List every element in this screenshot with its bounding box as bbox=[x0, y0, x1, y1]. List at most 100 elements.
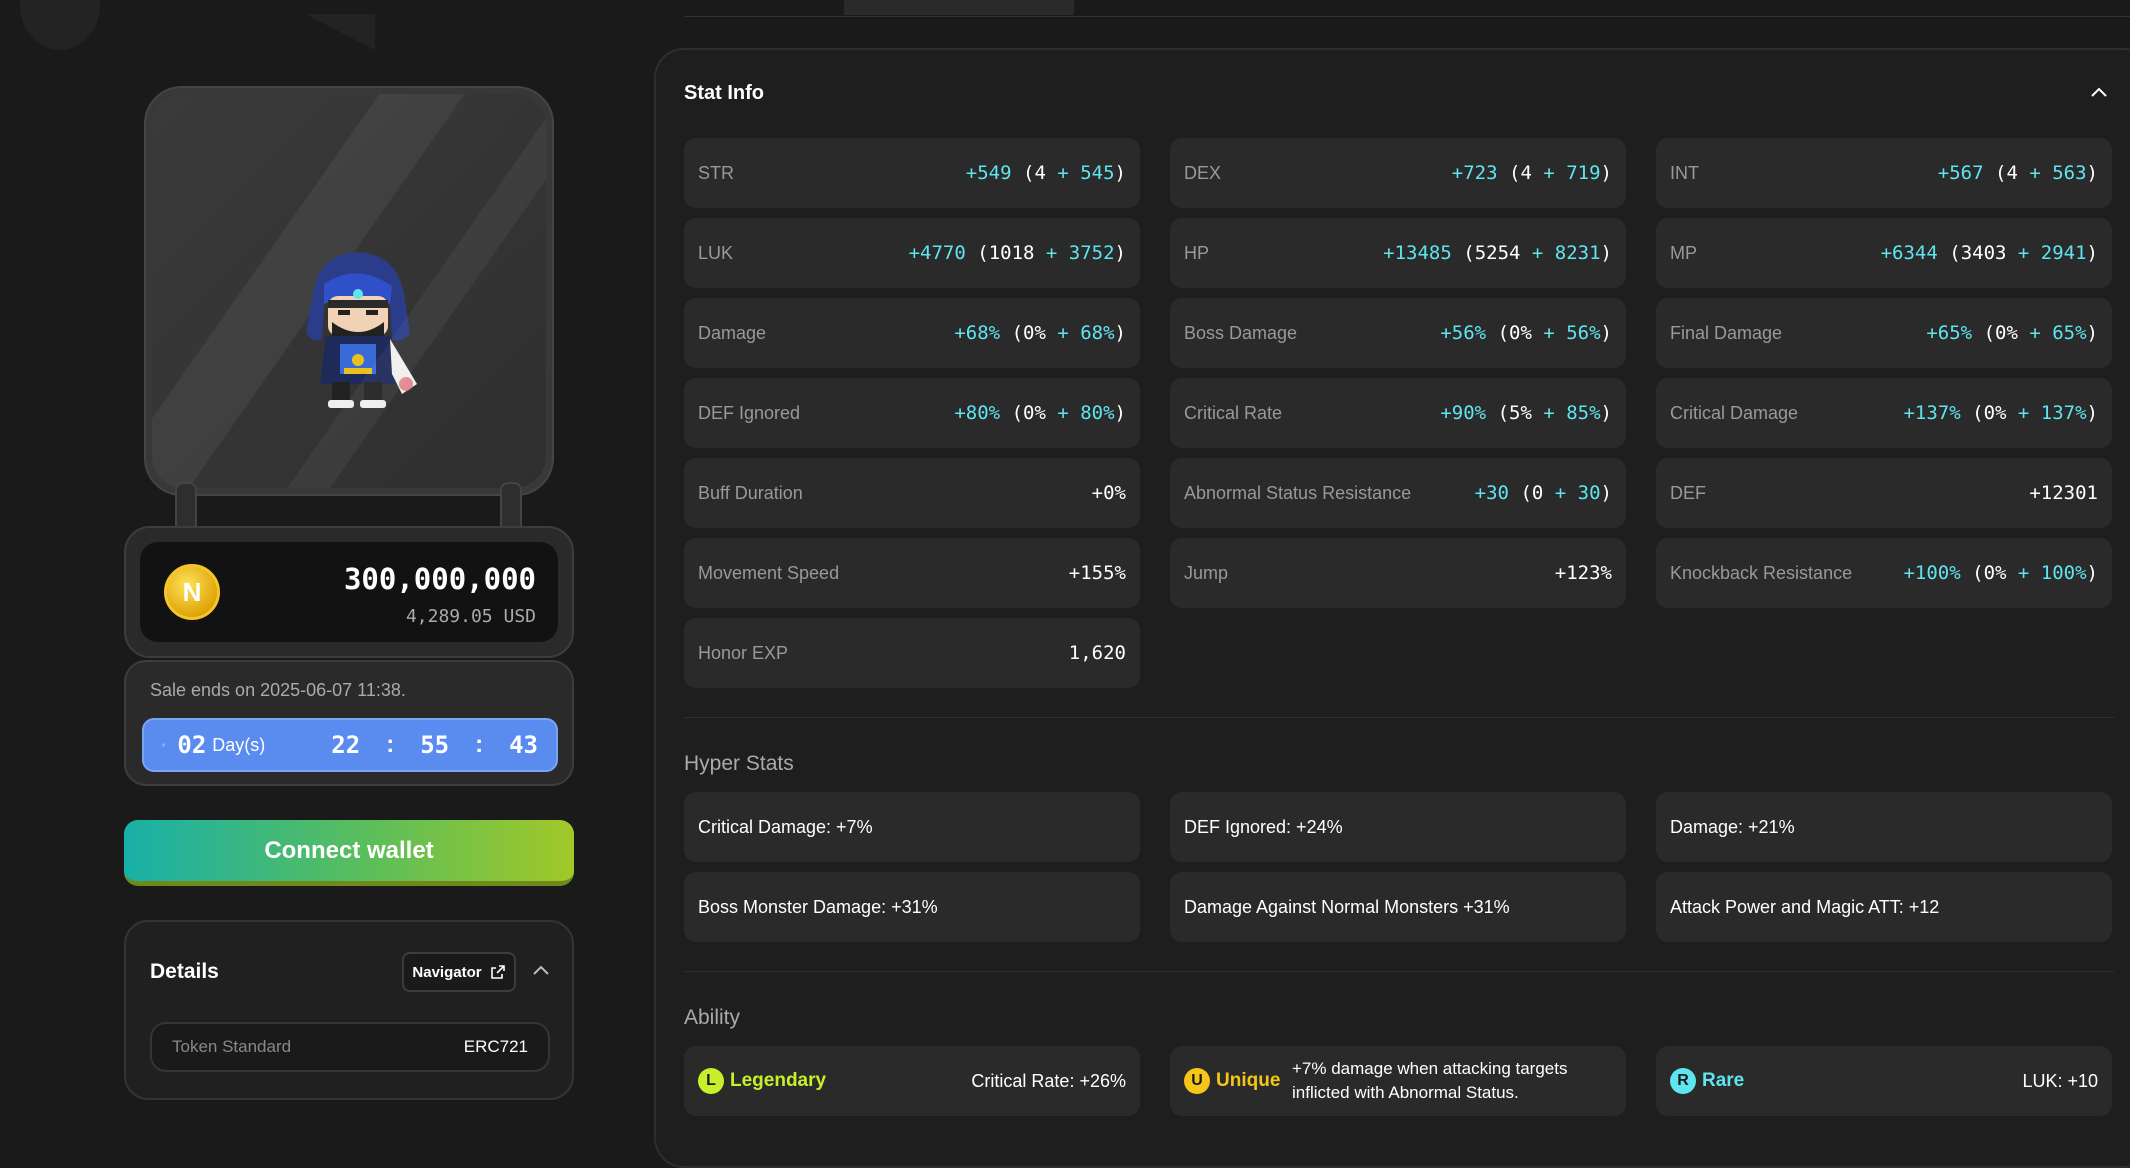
ability-text: LUK: +10 bbox=[2022, 1070, 2098, 1091]
stat-cell: DEF +12301 bbox=[1656, 458, 2112, 528]
hyper-stat-cell: Damage: +21% bbox=[1656, 792, 2112, 862]
hyper-stats-title: Hyper Stats bbox=[684, 752, 794, 775]
ability-grade-label: Rare bbox=[1702, 1070, 1745, 1091]
sale-end-text: Sale ends on 2025-06-07 11:38. bbox=[150, 680, 406, 700]
stat-base: 0% bbox=[1983, 402, 2007, 424]
stat-bonus: + 68% bbox=[1045, 322, 1115, 344]
hyper-stat-cell: Attack Power and Magic ATT: +12 bbox=[1656, 872, 2112, 942]
stat-bonus: + 137% bbox=[2006, 402, 2087, 424]
stat-value: +12301 bbox=[2029, 482, 2098, 504]
stat-cell: LUK +4770 (1018 + 3752) bbox=[684, 218, 1140, 288]
stat-total: +90% bbox=[1440, 402, 1487, 424]
stat-label: INT bbox=[1670, 162, 1699, 183]
stat-label: MP bbox=[1670, 242, 1697, 263]
stat-value: +0% bbox=[1091, 482, 1126, 504]
chevron-up-icon[interactable] bbox=[526, 956, 556, 986]
ability-cell: L Legendary Critical Rate: +26% bbox=[684, 1046, 1140, 1116]
stat-base: 0% bbox=[1509, 322, 1532, 344]
stat-label: LUK bbox=[698, 242, 734, 263]
top-tab[interactable] bbox=[844, 0, 1074, 15]
stat-cell: DEF Ignored +80% (0% + 80%) bbox=[684, 378, 1140, 448]
stat-bonus: + 65% bbox=[2017, 322, 2087, 344]
stat-total: +567 bbox=[1937, 162, 1984, 184]
external-link-icon bbox=[490, 965, 505, 979]
stat-total: +56% bbox=[1440, 322, 1487, 344]
stat-base: 0% bbox=[1983, 562, 2007, 584]
stat-total: +13485 bbox=[1383, 242, 1452, 264]
stat-cell: STR +549 (4 + 545) bbox=[684, 138, 1140, 208]
stat-total: +30 bbox=[1474, 482, 1509, 504]
stat-cell: Critical Rate +90% (5% + 85%) bbox=[1170, 378, 1626, 448]
grade-rare-icon: R bbox=[1670, 1068, 1696, 1094]
ability-cell: R Rare LUK: +10 bbox=[1656, 1046, 2112, 1116]
token-standard-label: Token Standard bbox=[172, 1037, 292, 1056]
stat-label: Critical Rate bbox=[1184, 402, 1283, 423]
stat-cell: HP +13485 (5254 + 8231) bbox=[1170, 218, 1626, 288]
stat-total: +100% bbox=[1903, 562, 1961, 584]
nxpc-coin-icon: N bbox=[164, 564, 220, 620]
stat-cell: Knockback Resistance +100% (0% + 100%) bbox=[1656, 538, 2112, 608]
decorative-triangle bbox=[305, 14, 375, 50]
stat-base: 3403 bbox=[1960, 242, 2007, 264]
stat-cell: MP +6344 (3403 + 2941) bbox=[1656, 218, 2112, 288]
stat-value: +123% bbox=[1554, 562, 1612, 584]
stat-value: 1,620 bbox=[1068, 642, 1126, 664]
countdown-days: 02 bbox=[177, 731, 207, 759]
stat-cell: Critical Damage +137% (0% + 137%) bbox=[1656, 378, 2112, 448]
token-standard-row: Token Standard ERC721 bbox=[150, 1022, 550, 1072]
hyper-stat-cell: DEF Ignored: +24% bbox=[1170, 792, 1626, 862]
stat-base: 0 bbox=[1531, 482, 1544, 504]
chevron-up-icon[interactable] bbox=[2084, 78, 2114, 108]
character-avatar bbox=[306, 252, 417, 408]
countdown-hours: 22 bbox=[331, 731, 361, 759]
connect-wallet-button[interactable]: Connect wallet bbox=[124, 820, 574, 886]
token-standard-value: ERC721 bbox=[463, 1037, 528, 1056]
countdown-separator: : bbox=[475, 731, 484, 758]
stat-value: +567 (4 + 563) bbox=[1937, 162, 2098, 184]
ability-grade: U Unique bbox=[1184, 1068, 1280, 1094]
stat-base: 5254 bbox=[1474, 242, 1521, 264]
stat-bonus: + 85% bbox=[1531, 402, 1601, 424]
ability-grade: L Legendary bbox=[698, 1068, 826, 1094]
ability-grade-label: Unique bbox=[1216, 1070, 1281, 1091]
stat-bonus: + 2941 bbox=[2006, 242, 2087, 264]
stat-base: 5% bbox=[1509, 402, 1532, 424]
price-usd: 4,289.05 USD bbox=[405, 606, 536, 627]
stat-base: 0% bbox=[1023, 402, 1046, 424]
stat-bonus: + 8231 bbox=[1520, 242, 1601, 264]
navigator-label: Navigator bbox=[412, 963, 482, 981]
stat-bonus: + 80% bbox=[1045, 402, 1115, 424]
stat-cell: Final Damage +65% (0% + 65%) bbox=[1656, 298, 2112, 368]
stat-total: +723 bbox=[1451, 162, 1498, 184]
navigator-button[interactable]: Navigator bbox=[402, 952, 516, 992]
grade-legendary-icon: L bbox=[698, 1068, 724, 1094]
stat-cell: Boss Damage +56% (0% + 56%) bbox=[1170, 298, 1626, 368]
stat-base: 0% bbox=[1023, 322, 1046, 344]
stat-info-title: Stat Info bbox=[684, 82, 764, 104]
price-amount: 300,000,000 bbox=[343, 562, 536, 596]
stat-bonus: + 56% bbox=[1531, 322, 1601, 344]
stat-value: +68% (0% + 68%) bbox=[954, 322, 1126, 344]
ability-grade-label: Legendary bbox=[730, 1070, 827, 1091]
ability-text: +7% damage when attacking targets inflic… bbox=[1292, 1059, 1568, 1102]
stat-value: +80% (0% + 80%) bbox=[954, 402, 1126, 424]
details-panel: Details Navigator Token Standard ERC721 bbox=[124, 920, 574, 1100]
stat-cell: Buff Duration +0% bbox=[684, 458, 1140, 528]
countdown-timer: 02 Day(s) 22 : 55 : 43 bbox=[142, 718, 558, 772]
sale-countdown-box: Sale ends on 2025-06-07 11:38. 02 Day(s)… bbox=[124, 660, 574, 786]
stat-base: 1018 bbox=[988, 242, 1035, 264]
stat-value: +137% (0% + 137%) bbox=[1903, 402, 2098, 424]
stat-total: +549 bbox=[965, 162, 1012, 184]
stat-label: Damage bbox=[698, 322, 767, 343]
decorative-circle bbox=[20, 0, 100, 50]
stat-label: Abnormal Status Resistance bbox=[1184, 482, 1412, 503]
stat-cell: Movement Speed +155% bbox=[684, 538, 1140, 608]
clock-icon bbox=[162, 743, 166, 747]
stat-label: Buff Duration bbox=[698, 482, 803, 503]
ability-cell: U Unique +7% damage when attacking targets… bbox=[1170, 1046, 1626, 1116]
details-title: Details bbox=[150, 960, 219, 983]
stat-bonus: + 3752 bbox=[1034, 242, 1115, 264]
stat-label: DEF Ignored bbox=[698, 402, 801, 423]
hyper-stat-cell: Critical Damage: +7% bbox=[684, 792, 1140, 862]
stat-cell: Jump +123% bbox=[1170, 538, 1626, 608]
